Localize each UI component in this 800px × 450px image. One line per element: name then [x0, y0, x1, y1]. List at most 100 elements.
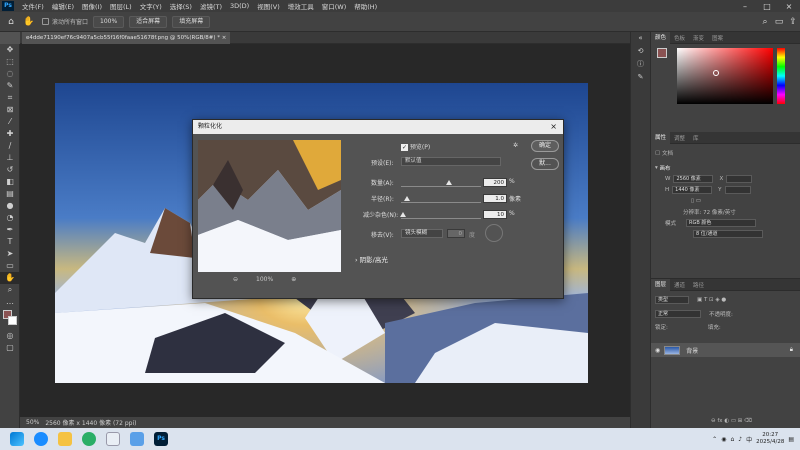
y-field[interactable]: [724, 185, 751, 194]
close-icon[interactable]: ×: [778, 2, 800, 11]
zoom-100-button[interactable]: 100%: [93, 15, 125, 28]
edge-browser-icon[interactable]: [34, 432, 48, 446]
lasso-tool-icon[interactable]: ◌: [0, 68, 20, 80]
radius-slider-track[interactable]: [401, 202, 481, 203]
eyedropper-tool-icon[interactable]: ⁄: [0, 116, 20, 128]
calculator-icon[interactable]: [106, 432, 120, 446]
blend-mode-select[interactable]: 正常: [655, 309, 701, 318]
minimize-icon[interactable]: –: [734, 2, 756, 11]
start-windows-icon[interactable]: [10, 432, 24, 446]
preview-checkbox-row[interactable]: ✓ 预览(P): [401, 142, 430, 151]
radius-field[interactable]: 1.0: [483, 194, 507, 203]
tab-paths[interactable]: 路径: [689, 281, 708, 289]
path-select-tool-icon[interactable]: ➤: [0, 248, 20, 260]
tab-color[interactable]: 颜色: [651, 31, 671, 44]
notification-icon[interactable]: ▤: [788, 436, 794, 443]
tab-gradients[interactable]: 渐变: [689, 34, 708, 42]
orientation-landscape-icon[interactable]: ▭: [696, 198, 701, 204]
tab-channels[interactable]: 通道: [670, 281, 689, 289]
screen-mode-icon[interactable]: ▢: [0, 342, 20, 354]
blur-tool-icon[interactable]: ●: [0, 200, 20, 212]
file-explorer-icon[interactable]: [58, 432, 72, 446]
reduce-noise-slider-knob[interactable]: [399, 212, 406, 217]
share-icon[interactable]: ⇪: [786, 17, 800, 27]
quick-select-tool-icon[interactable]: ✎: [0, 80, 20, 92]
menu-type[interactable]: 文字(Y): [136, 1, 166, 11]
fill-screen-button[interactable]: 填充屏幕: [172, 15, 211, 28]
tab-patterns[interactable]: 图案: [708, 34, 727, 42]
preview-checkbox[interactable]: ✓: [401, 144, 408, 151]
search-icon[interactable]: ⌕: [758, 17, 772, 27]
history-brush-tool-icon[interactable]: ↺: [0, 164, 20, 176]
tab-adjustments[interactable]: 调整: [670, 134, 689, 142]
workspace-icon[interactable]: ▭: [772, 17, 786, 27]
info-panel-icon[interactable]: ⓘ: [631, 58, 650, 71]
mode-select[interactable]: RGB 颜色: [686, 218, 757, 227]
home-icon[interactable]: ⌂: [4, 17, 18, 27]
menu-3d[interactable]: 3D(D): [226, 2, 253, 10]
crop-tool-icon[interactable]: ⌗: [0, 92, 20, 104]
hand-tool-icon[interactable]: ✋: [0, 272, 20, 284]
amount-field[interactable]: 200: [483, 178, 507, 187]
reduce-noise-field[interactable]: 10: [483, 210, 507, 219]
quick-mask-icon[interactable]: ◎: [0, 330, 20, 342]
tab-libraries[interactable]: 库: [689, 134, 703, 142]
photos-icon[interactable]: [130, 432, 144, 446]
menu-select[interactable]: 选择(S): [166, 1, 196, 11]
brush-tool-icon[interactable]: ∕: [0, 140, 20, 152]
menu-plugins[interactable]: 增效工具: [284, 1, 318, 11]
visibility-eye-icon[interactable]: ◉: [655, 347, 660, 354]
brush-panel-icon[interactable]: ✎: [631, 71, 650, 84]
hue-slider[interactable]: [777, 48, 785, 104]
layer-kind-filter[interactable]: 类型: [655, 295, 689, 304]
color-field[interactable]: [677, 48, 773, 104]
input-method-icon[interactable]: 中: [746, 435, 752, 444]
tray-overflow-icon[interactable]: ⌃: [712, 436, 717, 443]
depth-select[interactable]: 8 位/通道: [693, 229, 763, 238]
photoshop-taskbar-icon[interactable]: Ps: [154, 432, 168, 446]
color-picker-ring-icon[interactable]: [713, 70, 719, 76]
gradient-tool-icon[interactable]: ▤: [0, 188, 20, 200]
maximize-icon[interactable]: □: [756, 2, 778, 11]
zoom-tool-icon[interactable]: ⌕: [0, 284, 20, 296]
settings-gear-icon[interactable]: ✲: [513, 142, 518, 149]
tab-layers[interactable]: 图层: [651, 278, 671, 291]
menu-view[interactable]: 视图(V): [253, 1, 284, 11]
dialog-close-icon[interactable]: ×: [550, 120, 557, 134]
collapse-panels-icon[interactable]: «: [631, 32, 650, 45]
tab-properties[interactable]: 属性: [651, 131, 671, 144]
artboard-tool-icon[interactable]: ⬚: [0, 56, 20, 68]
tray-app-icon[interactable]: ◉: [721, 436, 726, 443]
history-panel-icon[interactable]: ⟲: [631, 45, 650, 58]
wechat-icon[interactable]: [82, 432, 96, 446]
menu-layer[interactable]: 图层(L): [106, 1, 136, 11]
network-icon[interactable]: ⌂: [730, 436, 734, 443]
pen-tool-icon[interactable]: ✒: [0, 224, 20, 236]
fit-screen-button[interactable]: 适合屏幕: [129, 15, 168, 28]
menu-file[interactable]: 文件(F): [18, 1, 48, 11]
ok-button[interactable]: 确定: [531, 140, 559, 152]
move-tool-icon[interactable]: ✥: [0, 44, 20, 56]
rectangle-tool-icon[interactable]: ▭: [0, 260, 20, 272]
type-tool-icon[interactable]: T: [0, 236, 20, 248]
width-field[interactable]: 2560 像素: [673, 174, 714, 183]
menu-filter[interactable]: 滤镜(T): [196, 1, 226, 11]
menu-help[interactable]: 帮助(H): [350, 1, 381, 11]
frame-tool-icon[interactable]: ⊠: [0, 104, 20, 116]
filter-icons[interactable]: ▣ T ⊡ ◈ ●: [697, 297, 726, 303]
zoom-out-icon[interactable]: ⊖: [233, 276, 238, 283]
amount-slider-track[interactable]: [401, 186, 481, 187]
shadows-section-row[interactable]: › 阴影/高光: [355, 254, 388, 264]
panel-foreground-swatch[interactable]: [657, 48, 667, 58]
menu-window[interactable]: 窗口(W): [318, 1, 351, 11]
reduce-noise-slider-track[interactable]: [401, 218, 481, 219]
document-tab[interactable]: e4dde71190ef76c9407a5cb55f16f0faae51678f…: [22, 32, 231, 44]
stamp-tool-icon[interactable]: ⊥: [0, 152, 20, 164]
filter-preview[interactable]: [198, 140, 341, 272]
scroll-all-checkbox[interactable]: [42, 18, 49, 25]
layer-actions[interactable]: ⊖ fx ◐ ▭ ⊞ ⌫: [711, 415, 752, 426]
background-color-swatch[interactable]: [8, 316, 17, 325]
menu-image[interactable]: 图像(I): [78, 1, 106, 11]
preset-select[interactable]: 默认值: [401, 157, 501, 166]
status-zoom[interactable]: 50%: [26, 419, 39, 426]
